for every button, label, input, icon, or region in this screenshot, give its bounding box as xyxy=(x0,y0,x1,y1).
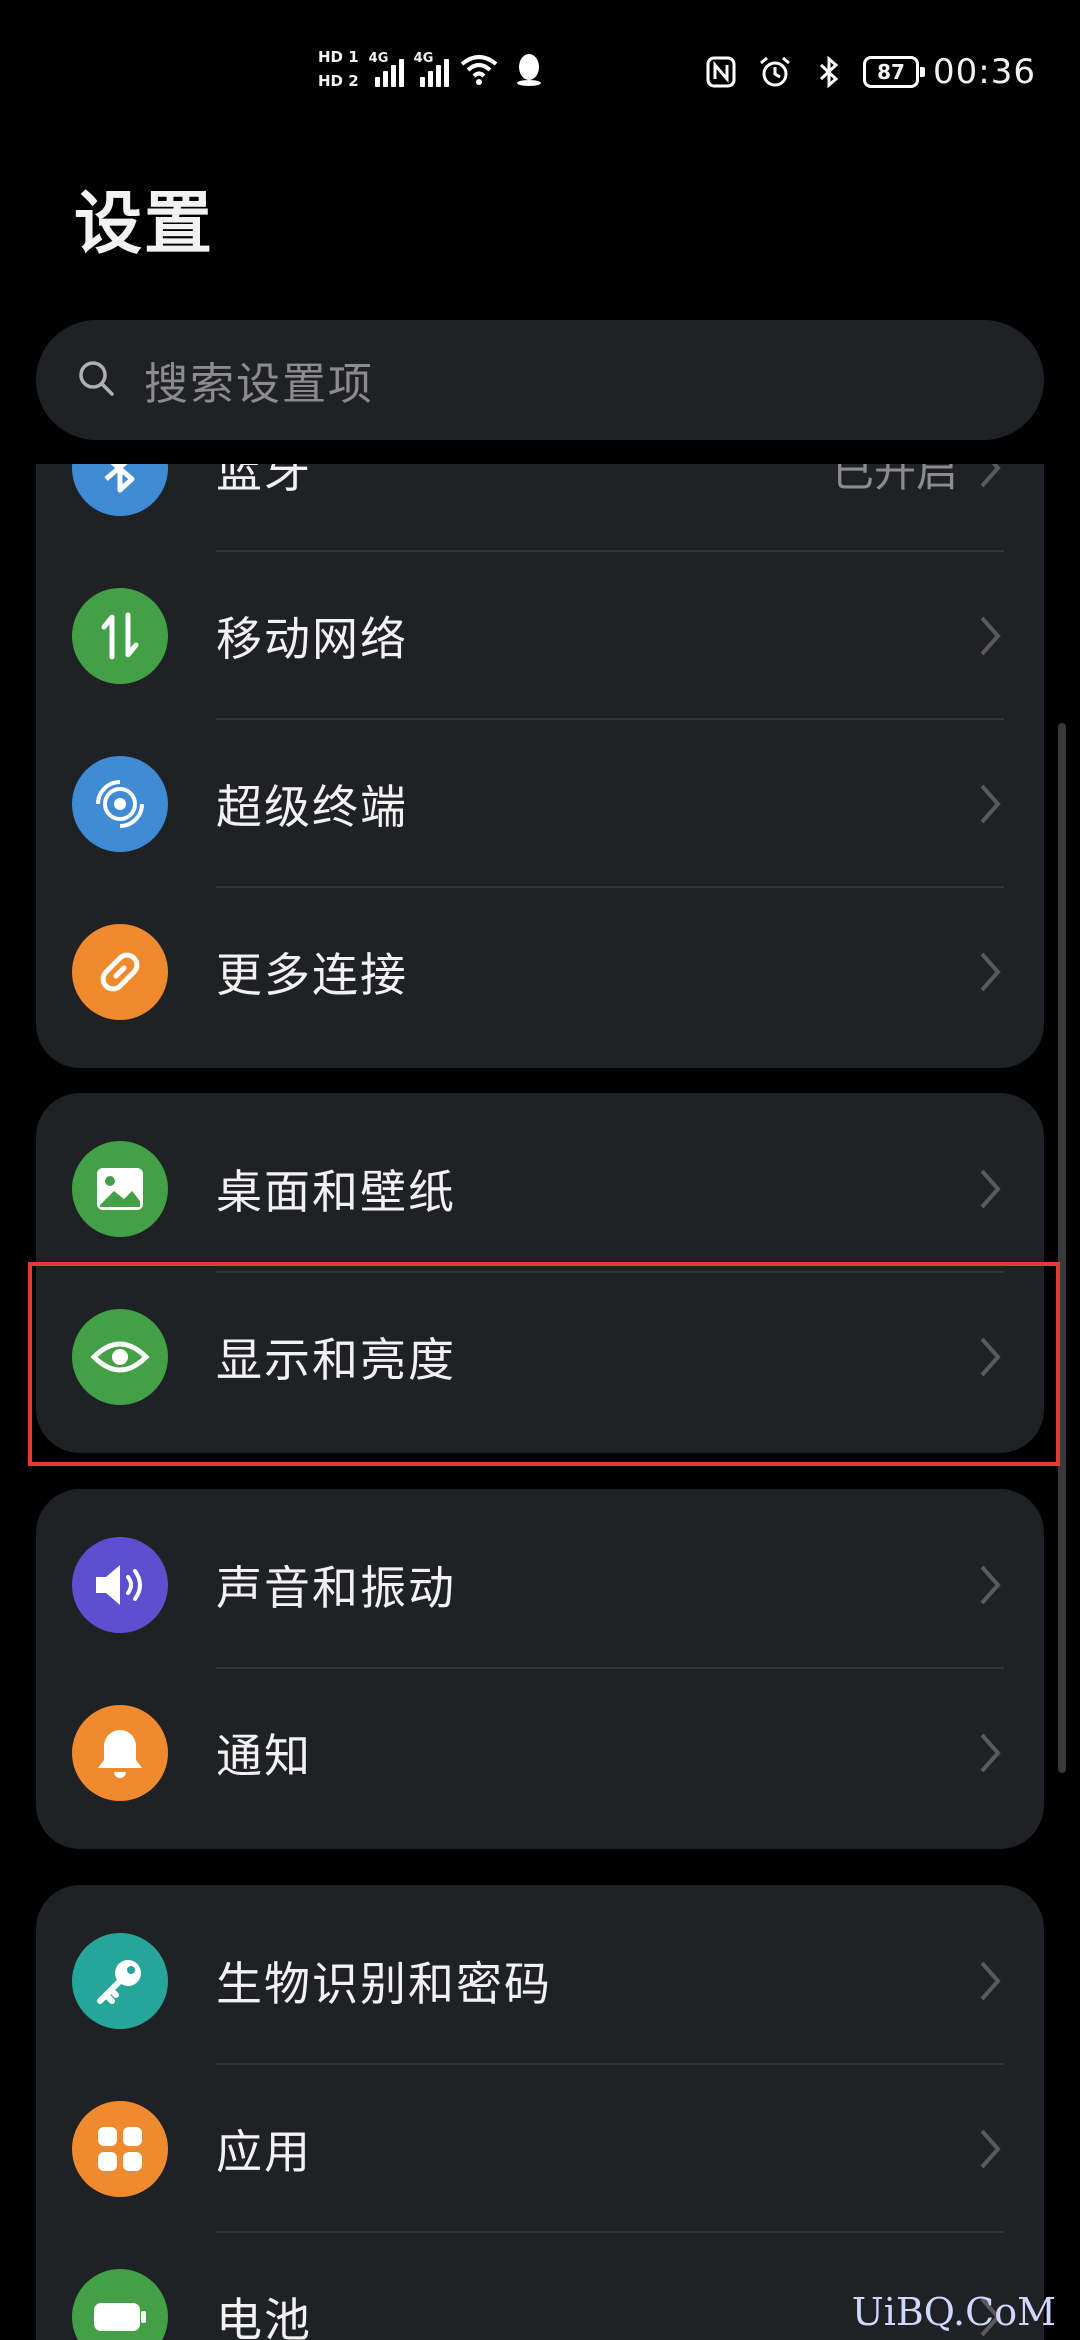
chevron-right-icon xyxy=(980,2129,1001,2169)
settings-item-label: 电池 xyxy=(216,2293,312,2340)
network-2-label: 4G xyxy=(413,51,434,66)
chevron-right-icon xyxy=(980,1169,1001,1209)
battery-icon xyxy=(72,2269,168,2340)
speaker-icon xyxy=(72,1537,168,1633)
settings-item-label: 蓝牙 xyxy=(216,464,312,498)
battery-indicator: 87 xyxy=(863,56,926,88)
settings-item-label: 生物识别和密码 xyxy=(216,1957,552,2011)
chevron-right-icon xyxy=(980,952,1001,992)
wifi-icon xyxy=(459,49,499,89)
sim1-label: HD 1 xyxy=(318,48,359,66)
settings-item-value: 已开启 xyxy=(831,464,958,496)
settings-item-biometrics-password[interactable]: 生物识别和密码 xyxy=(36,1897,1044,2065)
mobile-data-icon xyxy=(72,588,168,684)
sim2-label: HD 2 xyxy=(318,72,359,90)
bluetooth-status-icon xyxy=(809,52,849,92)
signal-1-icon: 4G xyxy=(369,51,404,87)
settings-group-sound-notifications: 声音和振动 通知 xyxy=(36,1489,1044,1849)
settings-item-notifications[interactable]: 通知 xyxy=(36,1669,1044,1837)
status-left: HD 1 HD 2 4G 4G xyxy=(318,48,549,90)
chevron-right-icon xyxy=(980,1733,1001,1773)
chevron-right-icon xyxy=(980,784,1001,824)
settings-group-connectivity: 蓝牙 已开启 移动网络 超级终端 更多连接 xyxy=(36,464,1044,1068)
settings-item-apps[interactable]: 应用 xyxy=(36,2065,1044,2233)
key-icon xyxy=(72,1933,168,2029)
nfc-icon xyxy=(701,52,741,92)
search-bar[interactable]: 搜索设置项 xyxy=(36,320,1044,440)
settings-item-wallpaper[interactable]: 桌面和壁纸 xyxy=(36,1105,1044,1273)
settings-item-label: 通知 xyxy=(216,1729,312,1783)
watermark: UiBQ.CoM xyxy=(851,2290,1056,2334)
alarm-icon xyxy=(755,52,795,92)
bell-icon xyxy=(72,1705,168,1801)
settings-item-label: 桌面和壁纸 xyxy=(216,1165,456,1219)
settings-item-label: 超级终端 xyxy=(216,780,408,834)
settings-item-mobile-network[interactable]: 移动网络 xyxy=(36,552,1044,720)
chevron-right-icon xyxy=(980,464,1001,488)
page-title: 设置 xyxy=(74,185,215,264)
settings-group-security-apps: 生物识别和密码 应用 电池 xyxy=(36,1885,1044,2340)
network-1-label: 4G xyxy=(368,51,389,66)
qq-icon xyxy=(509,49,549,89)
settings-item-sound-vibration[interactable]: 声音和振动 xyxy=(36,1501,1044,1669)
settings-item-label: 更多连接 xyxy=(216,948,408,1002)
settings-item-super-device[interactable]: 超级终端 xyxy=(36,720,1044,888)
clock: 00:36 xyxy=(933,52,1036,92)
bluetooth-icon xyxy=(72,464,168,516)
settings-item-more-connections[interactable]: 更多连接 xyxy=(36,888,1044,1056)
signal-2-icon: 4G xyxy=(414,51,449,87)
highlight-box xyxy=(28,1262,1060,1466)
super-device-icon xyxy=(72,756,168,852)
settings-item-label: 移动网络 xyxy=(216,612,408,666)
chevron-right-icon xyxy=(980,1961,1001,2001)
settings-item-bluetooth[interactable]: 蓝牙 已开启 xyxy=(36,464,1044,552)
search-icon xyxy=(76,358,116,402)
status-bar: HD 1 HD 2 4G 4G 87 00:36 xyxy=(0,0,1080,150)
settings-item-label: 应用 xyxy=(216,2125,312,2179)
wallpaper-icon xyxy=(72,1141,168,1237)
apps-icon xyxy=(72,2101,168,2197)
sim-indicators: HD 1 HD 2 xyxy=(318,48,359,90)
status-right: 87 00:36 xyxy=(701,52,1036,92)
chevron-right-icon xyxy=(980,616,1001,656)
search-placeholder: 搜索设置项 xyxy=(144,359,374,410)
link-icon xyxy=(72,924,168,1020)
settings-item-label: 声音和振动 xyxy=(216,1561,456,1615)
scrollbar[interactable] xyxy=(1058,723,1066,1773)
chevron-right-icon xyxy=(980,1565,1001,1605)
battery-level: 87 xyxy=(877,60,905,84)
